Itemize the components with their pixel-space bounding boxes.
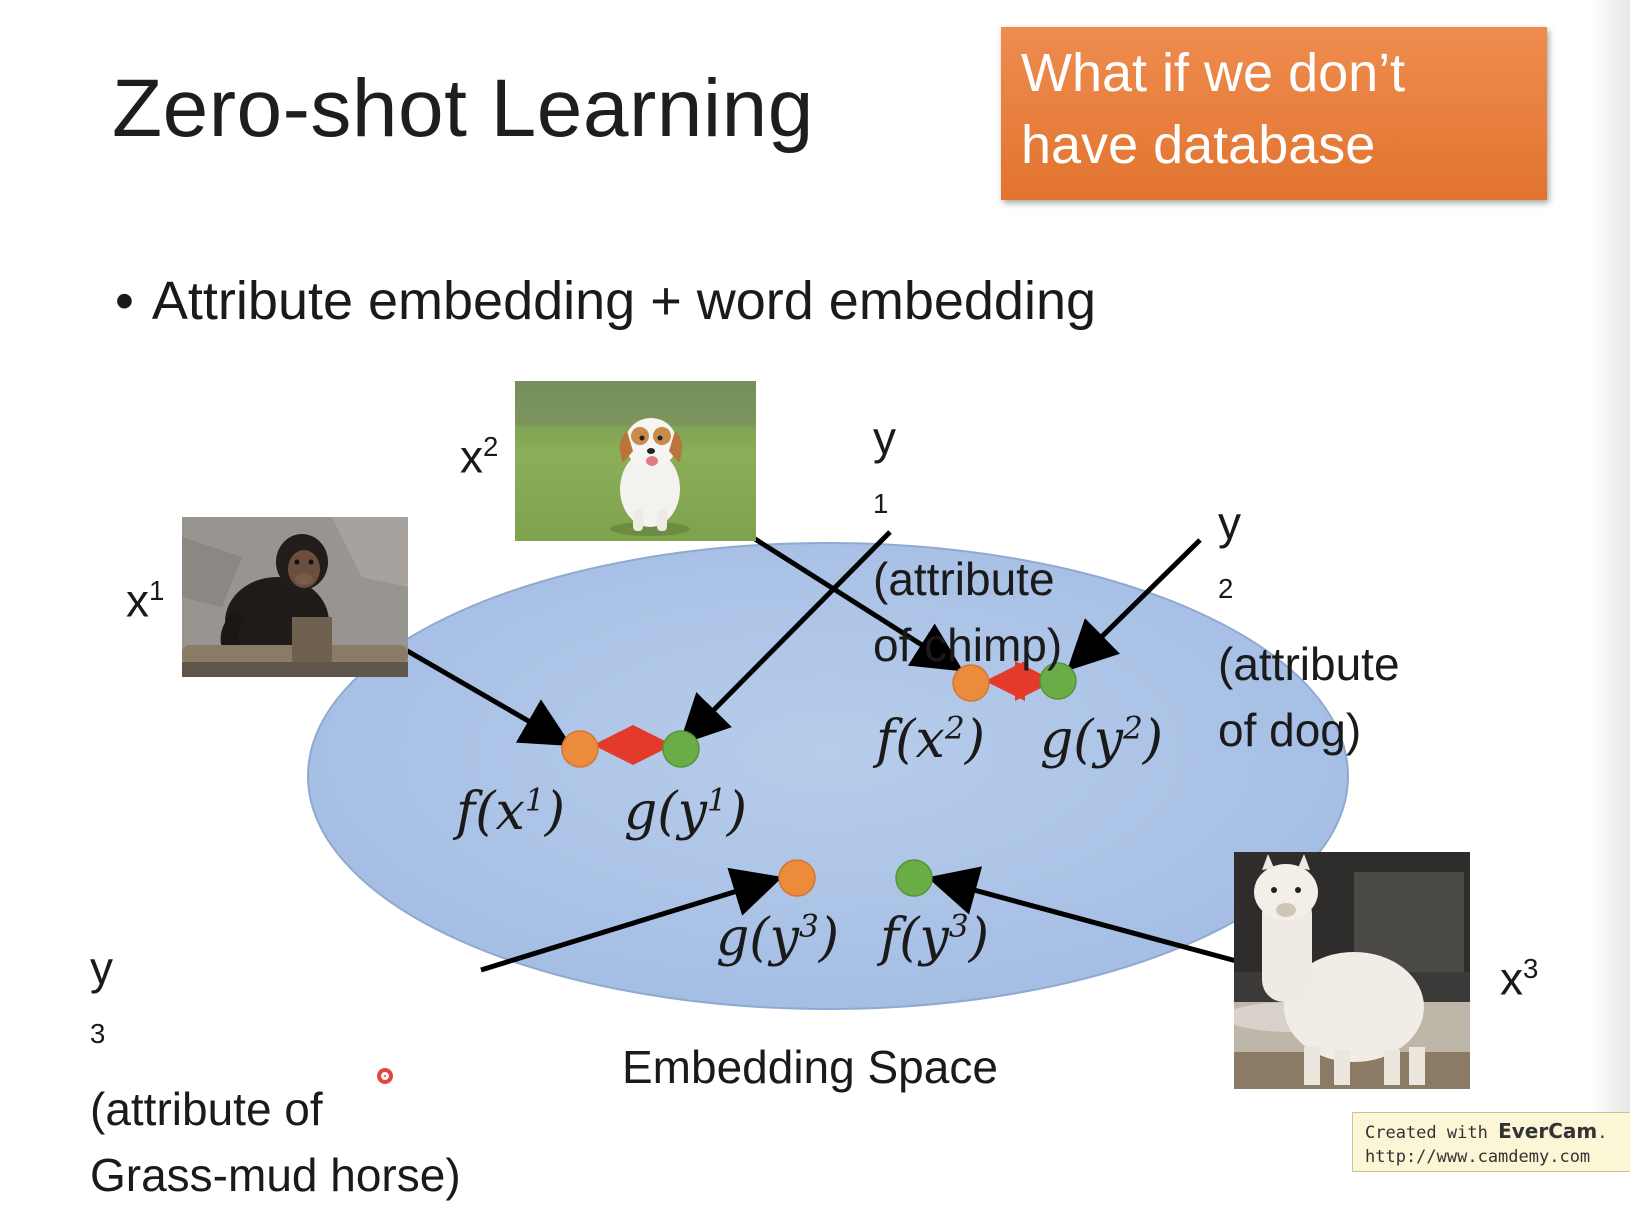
puppy-photo [515,381,756,541]
evercam-brand: EverCam [1498,1119,1598,1143]
fy3-point [895,859,933,897]
fx1-label: f(x1) [456,782,565,842]
gy2-label: g(y2) [1040,710,1164,770]
gy1-point [662,730,700,768]
gy1-label: g(y1) [624,782,748,842]
chimpanzee-photo [182,517,408,677]
y1-label: y1 (attribute of chimp) [873,412,1063,672]
created-with-text: Created with [1365,1123,1488,1143]
evercam-watermark: Created with EverCam. http://www.camdemy… [1352,1112,1630,1172]
y3-label: y3 (attribute of Grass-mud horse) [90,942,461,1202]
x3-label: x3 [1500,952,1539,1005]
fx1-point [561,730,599,768]
fx2-label: f(x2) [876,710,985,770]
x2-label: x2 [460,430,499,483]
pointer-cursor-icon [377,1068,393,1084]
alpaca-photo [1234,852,1470,1089]
gy3-point [778,859,816,897]
y2-label: y2 (attribute of dog) [1218,497,1400,757]
gy3-label: g(y3) [716,908,840,968]
camdemy-url: http://www.camdemy.com [1365,1147,1591,1167]
x1-label: x1 [126,574,165,627]
fy3-label: f(y3) [880,908,990,968]
embedding-space-label: Embedding Space [622,1041,998,1093]
